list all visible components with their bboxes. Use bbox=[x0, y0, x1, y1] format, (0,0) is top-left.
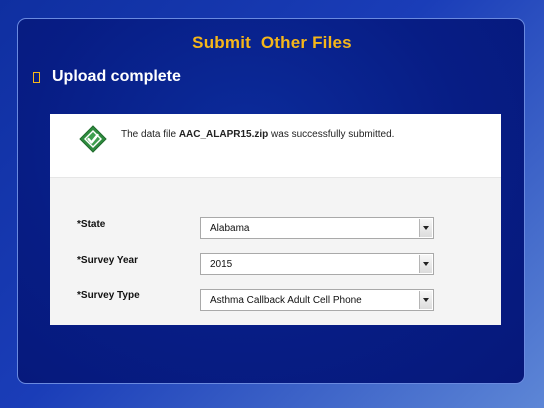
success-check-icon bbox=[79, 125, 107, 153]
uploaded-filename: AAC_ALAPR15.zip bbox=[178, 129, 269, 140]
screenshot-card: The data file AAC_ALAPR15.zip was succes… bbox=[50, 114, 501, 325]
survey-year-label: *Survey Year bbox=[77, 255, 138, 266]
bullet-text: Upload complete bbox=[52, 68, 181, 85]
state-label: *State bbox=[77, 219, 105, 230]
success-message: The data file AAC_ALAPR15.zip was succes… bbox=[121, 129, 394, 140]
slide-title: Submit Other Files bbox=[192, 33, 352, 52]
submission-form: *State Alabama *Survey Year 2015 *Survey… bbox=[50, 178, 501, 325]
survey-type-label-text: Survey Type bbox=[80, 290, 140, 301]
chevron-down-icon[interactable] bbox=[419, 291, 432, 309]
survey-year-label-text: Survey Year bbox=[80, 255, 138, 266]
message-suffix: was successfully submitted. bbox=[268, 129, 395, 140]
chevron-down-icon[interactable] bbox=[419, 255, 432, 273]
survey-year-select-value: 2015 bbox=[210, 259, 233, 270]
survey-type-select[interactable]: Asthma Callback Adult Cell Phone bbox=[200, 289, 434, 311]
bullet-item: Upload complete bbox=[33, 68, 181, 86]
survey-year-select[interactable]: 2015 bbox=[200, 253, 434, 275]
survey-type-label: *Survey Type bbox=[77, 290, 140, 301]
chevron-down-icon[interactable] bbox=[419, 219, 432, 237]
state-select-value: Alabama bbox=[210, 223, 250, 234]
message-prefix: The data file bbox=[121, 129, 179, 140]
state-label-text: State bbox=[80, 219, 106, 230]
state-select[interactable]: Alabama bbox=[200, 217, 434, 239]
survey-type-select-value: Asthma Callback Adult Cell Phone bbox=[210, 295, 362, 306]
success-message-area: The data file AAC_ALAPR15.zip was succes… bbox=[50, 114, 501, 178]
bullet-icon bbox=[33, 72, 40, 83]
